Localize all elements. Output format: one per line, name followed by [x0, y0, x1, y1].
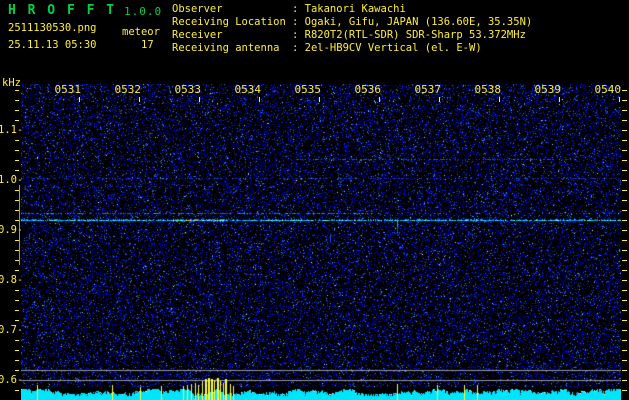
y-axis-right-tick [622, 90, 627, 91]
y-axis-right-tick [622, 200, 627, 201]
y-axis-tick-label: 0.7- [0, 324, 24, 336]
mode-label: meteor [122, 26, 160, 38]
meteor-count: 17 [141, 39, 154, 51]
y-axis-right-tick [622, 330, 627, 331]
y-axis-minor-tick [15, 310, 19, 311]
y-axis-right-tick [622, 370, 627, 371]
y-axis-right-tick [622, 320, 627, 321]
y-axis-right-tick [622, 140, 627, 141]
info-label: Receiving antenna [172, 42, 280, 54]
info-value: : Ogaki, Gifu, JAPAN (136.60E, 35.35N) [292, 16, 533, 28]
y-axis-tick-label: 0.6- [0, 374, 24, 386]
x-axis-time-label: 0535 [294, 83, 322, 96]
y-axis-tick-label: 1.1- [0, 124, 24, 136]
y-axis-minor-tick [15, 340, 19, 341]
capture-datetime: 25.11.13 05:30 [8, 39, 97, 51]
y-axis-right-tick [622, 350, 627, 351]
y-axis-right-tick [622, 160, 627, 161]
x-axis-time-label: 0537 [414, 83, 442, 96]
y-axis-right-tick [622, 120, 627, 121]
detection-window-marker [19, 185, 20, 265]
y-axis-right-tick [622, 230, 627, 231]
x-axis-tick [619, 97, 620, 102]
station-info-row: Receiving Location : Ogaki, Gifu, JAPAN (… [172, 16, 532, 29]
hrofft-window: H R O F F T 1.0.0 2511130530.png meteor … [0, 0, 629, 400]
x-axis-time-label: 0539 [534, 83, 562, 96]
station-info-row: Receiver : R820T2(RTL-SDR) SDR-Sharp 53.3… [172, 29, 532, 42]
x-axis-tick [439, 97, 440, 102]
app-version: 1.0.0 [124, 5, 163, 18]
y-axis-right-tick [622, 150, 627, 151]
x-axis-time-label: 0533 [174, 83, 202, 96]
y-axis-minor-tick [15, 300, 19, 301]
y-axis-right-tick [622, 340, 627, 341]
station-info-row: Observer : Takanori Kawachi [172, 3, 532, 16]
station-info-row: Receiving antenna : 2el-HB9CV Vertical (e… [172, 42, 532, 55]
station-info: Observer: Takanori Kawachi Receiving Loca… [172, 3, 532, 55]
y-axis-right-tick [622, 100, 627, 101]
y-axis-right-tick [622, 190, 627, 191]
info-label: Observer [172, 3, 223, 15]
info-value: : 2el-HB9CV Vertical (el. E-W) [292, 42, 482, 54]
y-axis-right-tick [622, 130, 627, 131]
y-axis-right-tick [622, 290, 627, 291]
y-axis-right-tick [622, 300, 627, 301]
x-axis-tick [379, 97, 380, 102]
app-title: H R O F F T [8, 3, 117, 18]
x-axis-tick [559, 97, 560, 102]
y-axis-right-tick [622, 110, 627, 111]
x-axis-tick [79, 97, 80, 102]
y-axis-right-tick [622, 380, 627, 381]
y-axis-minor-tick [15, 360, 19, 361]
x-axis-time-label: 0538 [474, 83, 502, 96]
y-axis-minor-tick [15, 100, 19, 101]
x-axis-tick [259, 97, 260, 102]
y-axis-right-tick [622, 220, 627, 221]
x-axis-tick [319, 97, 320, 102]
x-axis-time-label: 0540 [594, 83, 622, 96]
y-axis-right-tick [622, 250, 627, 251]
x-axis-tick [139, 97, 140, 102]
y-axis-minor-tick [15, 320, 19, 321]
y-axis-minor-tick [15, 120, 19, 121]
x-axis-time-label: 0531 [54, 83, 82, 96]
y-axis-minor-tick [15, 390, 19, 391]
x-axis-time-label: 0532 [114, 83, 142, 96]
y-axis-minor-tick [15, 170, 19, 171]
y-axis-minor-tick [15, 270, 19, 271]
info-value: : R820T2(RTL-SDR) SDR-Sharp 53.372MHz [292, 29, 526, 41]
x-axis-tick [199, 97, 200, 102]
y-axis-minor-tick [15, 110, 19, 111]
x-axis-time-label: 0534 [234, 83, 262, 96]
info-label: Receiver [172, 29, 223, 41]
y-axis-right-tick [622, 260, 627, 261]
y-axis-right-tick [622, 360, 627, 361]
y-axis-right-tick [622, 240, 627, 241]
y-axis-minor-tick [15, 160, 19, 161]
x-axis-time-label: 0536 [354, 83, 382, 96]
y-axis-right-tick [622, 280, 627, 281]
output-filename: 2511130530.png [8, 22, 97, 34]
y-axis-right-tick [622, 180, 627, 181]
y-axis-right-tick [622, 170, 627, 171]
spectrogram-plot [21, 84, 621, 400]
y-axis-minor-tick [15, 350, 19, 351]
y-axis-minor-tick [15, 90, 19, 91]
y-axis-right-tick [622, 210, 627, 211]
y-axis-minor-tick [15, 370, 19, 371]
y-axis-minor-tick [15, 290, 19, 291]
y-axis-minor-tick [15, 150, 19, 151]
info-label: Receiving Location [172, 16, 286, 28]
y-axis-tick-label: 0.8- [0, 274, 24, 286]
x-axis-tick [499, 97, 500, 102]
y-axis-unit-label: kHz [2, 77, 21, 89]
y-axis-right-tick [622, 270, 627, 271]
y-axis-minor-tick [15, 140, 19, 141]
info-value: : Takanori Kawachi [292, 3, 406, 15]
y-axis-right-tick [622, 310, 627, 311]
y-axis-right-tick [622, 390, 627, 391]
